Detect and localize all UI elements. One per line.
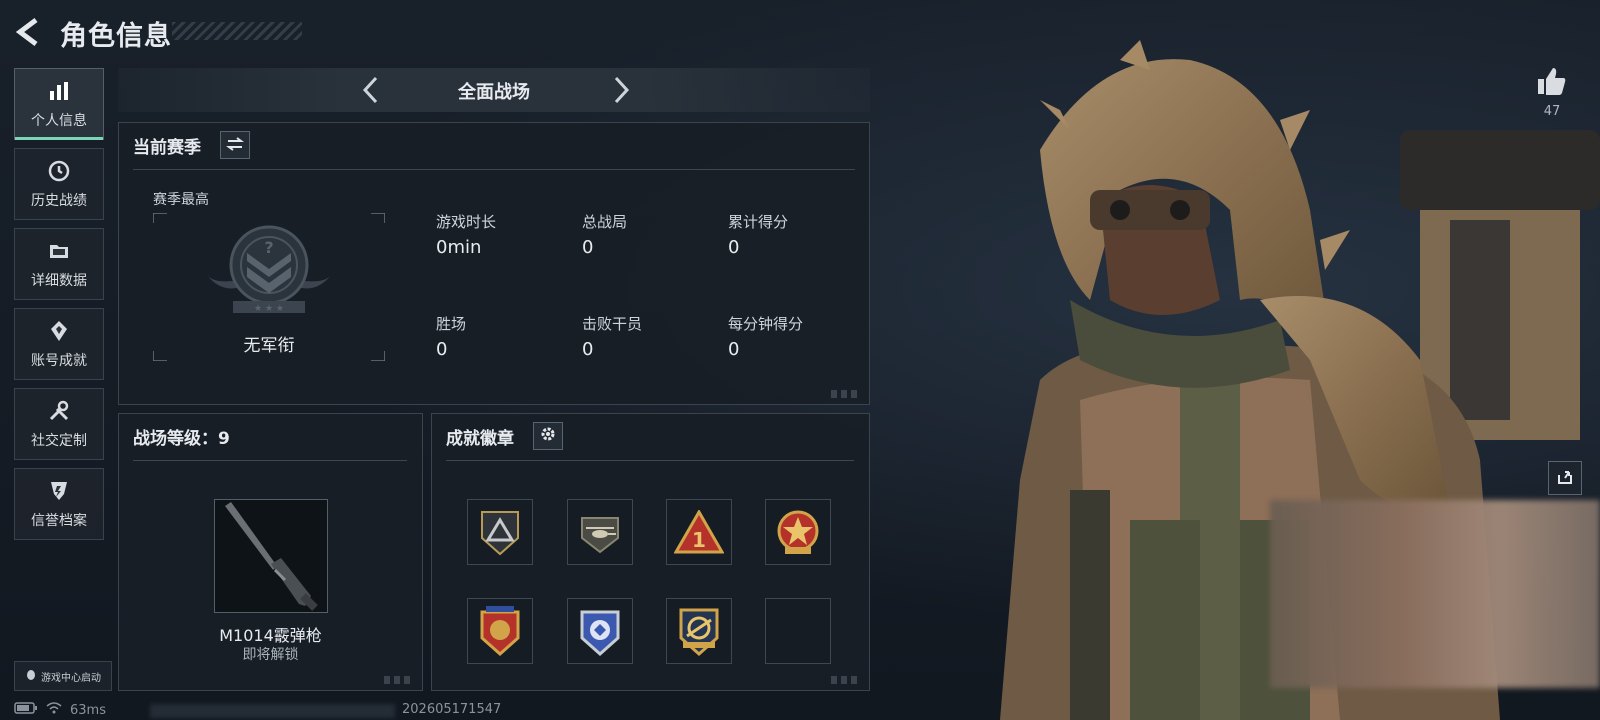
launch-label: 游戏中心启动 [41,672,101,684]
sidebar-item-detail-data[interactable]: 详细数据 [14,228,104,300]
ping-value: 63ms [70,702,106,718]
next-mode-chevron-icon[interactable] [604,74,636,106]
blurred-text [150,704,395,718]
thumbs-up-icon[interactable] [1535,64,1569,98]
shotgun-image [225,502,318,611]
stat-value: 0 [582,339,594,360]
status-bar: 63ms [14,702,106,718]
blurred-overlay [1270,500,1600,688]
shield-emblem-badge[interactable] [467,598,533,664]
gear-icon [539,425,557,447]
number-one-badge[interactable]: 1 [666,499,732,565]
divider [446,460,854,461]
sidebar-item-achievements[interactable]: 账号成就 [14,308,104,380]
credit-shield-icon [46,478,72,504]
reward-name: M1014霰弹枪 [219,626,322,645]
game-center-launch-button[interactable]: 游戏中心启动 [14,661,112,691]
star-seal-badge[interactable] [765,499,831,565]
season-best-label: 赛季最高 [153,192,209,208]
switch-season-button[interactable] [220,131,250,159]
gold-crest-badge[interactable] [666,598,732,664]
stat-value: 0 [436,339,448,360]
stat-label: 胜场 [436,315,467,333]
sidebar-item-label: 账号成就 [31,353,87,369]
svg-text:★ ★ ★: ★ ★ ★ [254,304,284,314]
stat-value: 0 [582,237,594,258]
stat-label: 累计得分 [728,213,789,231]
corner-decoration [831,390,861,398]
corner-decoration [831,676,861,684]
stat-value: 0 [728,339,740,360]
achievement-icon [46,318,72,344]
page-title: 角色信息 [60,21,172,52]
like-count: 47 [1543,104,1561,119]
bar-chart-icon [46,78,72,104]
achievement-badges-panel: 成就徽章 1 [431,413,870,691]
sidebar-item-history[interactable]: 历史战绩 [14,148,104,220]
sidebar-item-label: 个人信息 [31,113,87,129]
stat-label: 每分钟得分 [728,315,804,333]
sidebar-item-label: 社交定制 [31,433,87,449]
reward-status: 即将解锁 [242,647,299,663]
share-button[interactable] [1548,461,1582,495]
helicopter-badge[interactable] [567,499,633,565]
swap-icon [226,136,244,155]
mode-title: 全面战场 [458,82,530,103]
badge-settings-button[interactable] [533,422,563,450]
badges-heading: 成就徽章 [446,429,514,449]
mode-selector: 全面战场 [118,68,870,112]
rank-label: 无军衔 [243,336,295,356]
stat-label: 游戏时长 [436,213,497,231]
sidebar-item-label: 历史战绩 [31,193,87,209]
sidebar-item-credit[interactable]: 信誉档案 [14,468,104,540]
season-panel: 当前赛季 赛季最高 ? ★ ★ ★ 无军衔 游戏时长 0min 总战局 0 累计… [118,122,870,405]
stat-label: 击败干员 [582,315,643,333]
divider [133,169,855,170]
battlefield-level-panel: 战场等级：9 M1014霰弹枪 即将解锁 [118,413,423,691]
wifi-icon [46,702,62,718]
sidebar-item-social[interactable]: 社交定制 [14,388,104,460]
svg-text:?: ? [264,238,273,257]
corner-decoration [384,676,414,684]
sidebar-item-label: 详细数据 [31,273,87,289]
stat-value: 0 [728,237,740,258]
battery-icon [14,702,38,718]
svg-text:1: 1 [692,528,706,552]
share-icon [1556,467,1574,489]
blue-crest-badge[interactable] [567,598,633,664]
tools-icon [46,398,72,424]
stat-label: 总战局 [582,213,628,231]
stat-value: 0min [436,237,482,258]
build-id: 202605171547 [402,702,502,717]
reward-weapon-card[interactable] [214,499,328,613]
qq-penguin-icon [25,669,37,684]
season-heading: 当前赛季 [133,138,201,158]
empty-badge-slot[interactable] [765,598,831,664]
level-heading: 战场等级：9 [133,429,230,449]
triangle-badge[interactable] [467,499,533,565]
sidebar-item-personal-info[interactable]: 个人信息 [14,68,104,140]
sidebar-item-label: 信誉档案 [31,513,87,529]
back-arrow-icon[interactable] [14,16,44,48]
folder-icon [46,238,72,264]
clock-history-icon [46,158,72,184]
divider [133,460,407,461]
rank-emblem-icon: ? ★ ★ ★ [203,223,335,327]
title-decoration [172,22,302,40]
